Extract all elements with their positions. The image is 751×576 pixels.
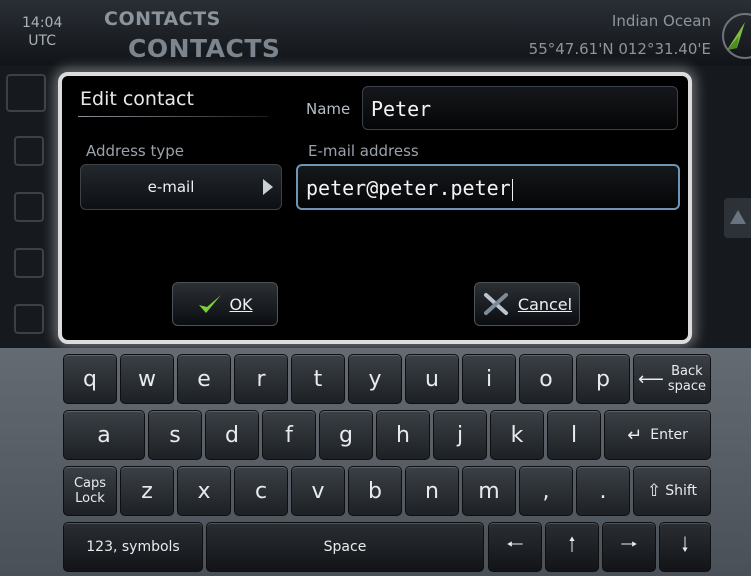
shift-arrow-icon: ⇧ — [646, 481, 662, 501]
email-label: E-mail address — [308, 142, 419, 160]
key-d[interactable]: d — [205, 410, 259, 460]
compass-icon — [722, 13, 751, 59]
address-type-label: Address type — [86, 142, 185, 160]
key-y[interactable]: y — [348, 354, 402, 404]
ok-button[interactable]: OK — [172, 282, 278, 326]
cancel-x-icon — [483, 293, 508, 315]
backspace-label: Back space — [667, 364, 706, 394]
arrow-right-key[interactable]: 🠒 — [602, 522, 656, 572]
email-input[interactable]: peter@peter.peter — [296, 164, 680, 210]
key-b[interactable]: b — [348, 466, 402, 516]
text-caret — [511, 178, 513, 201]
key-i[interactable]: i — [462, 354, 516, 404]
key-e[interactable]: e — [177, 354, 231, 404]
app-header: 14:04 UTC CONTACTS CONTACTS Indian Ocean… — [0, 0, 751, 66]
enter-key[interactable]: ↵ Enter — [604, 410, 711, 460]
clock: 14:04 UTC — [22, 14, 62, 50]
page-title: CONTACTS — [128, 34, 281, 63]
arrow-up-icon: 🠑 — [568, 532, 576, 556]
key-j[interactable]: j — [433, 410, 487, 460]
arrow-left-icon: ⟵ — [638, 368, 664, 390]
arrow-down-key[interactable]: 🠓 — [659, 522, 711, 572]
key-x[interactable]: x — [177, 466, 231, 516]
key-period[interactable]: . — [576, 466, 630, 516]
key-u[interactable]: u — [405, 354, 459, 404]
cancel-label: Cancel — [517, 294, 573, 314]
key-f[interactable]: f — [262, 410, 316, 460]
enter-label: Enter — [650, 427, 688, 443]
address-type-select[interactable]: e-mail — [80, 164, 282, 210]
list-checkbox — [14, 304, 44, 334]
name-input-value: Peter — [371, 97, 432, 121]
checkmark-icon — [199, 295, 222, 313]
position-readout: 55°47.61'N 012°31.40'E — [528, 40, 711, 58]
space-key[interactable]: Space — [206, 522, 484, 572]
key-v[interactable]: v — [291, 466, 345, 516]
key-r[interactable]: r — [234, 354, 288, 404]
clock-timezone: UTC — [28, 33, 57, 49]
address-type-value: e-mail — [147, 178, 195, 196]
symbols-key[interactable]: 123, symbols — [63, 522, 203, 572]
key-k[interactable]: k — [490, 410, 544, 460]
arrow-left-icon: 🠐 — [506, 532, 524, 556]
list-checkbox — [14, 248, 44, 278]
list-checkbox — [14, 136, 44, 166]
shift-label: Shift — [665, 483, 698, 499]
on-screen-keyboard: q w e r t y u i o p ⟵ Back space a s d f … — [0, 348, 751, 576]
return-arrow-icon: ↵ — [627, 424, 643, 446]
arrow-up-key[interactable]: 🠑 — [545, 522, 599, 572]
caps-lock-key[interactable]: Caps Lock — [63, 466, 117, 516]
key-h[interactable]: h — [376, 410, 430, 460]
key-m[interactable]: m — [462, 466, 516, 516]
caps-lock-label: Caps Lock — [73, 476, 107, 506]
key-g[interactable]: g — [319, 410, 373, 460]
list-checkbox — [14, 192, 44, 222]
key-t[interactable]: t — [291, 354, 345, 404]
region-label: Indian Ocean — [611, 12, 711, 30]
key-l[interactable]: l — [547, 410, 601, 460]
key-o[interactable]: o — [519, 354, 573, 404]
arrow-left-key[interactable]: 🠐 — [488, 522, 542, 572]
key-q[interactable]: q — [63, 354, 117, 404]
dialog-title: Edit contact — [80, 88, 194, 110]
shift-key[interactable]: ⇧ Shift — [633, 466, 711, 516]
ok-label: OK — [229, 294, 253, 314]
key-c[interactable]: c — [234, 466, 288, 516]
list-checkbox — [6, 74, 46, 112]
scroll-up-button — [724, 198, 751, 238]
key-p[interactable]: p — [576, 354, 630, 404]
key-a[interactable]: a — [63, 410, 145, 460]
backspace-key[interactable]: ⟵ Back space — [633, 354, 711, 404]
title-divider — [78, 116, 268, 117]
cancel-button[interactable]: Cancel — [474, 282, 580, 326]
clock-time: 14:04 — [22, 15, 63, 31]
key-n[interactable]: n — [405, 466, 459, 516]
key-s[interactable]: s — [148, 410, 202, 460]
name-input[interactable]: Peter — [362, 86, 678, 130]
arrow-right-icon: 🠒 — [620, 532, 638, 556]
edit-contact-dialog: Edit contact Name Peter Address type e-m… — [58, 72, 692, 344]
name-label: Name — [306, 100, 351, 118]
page-title-small: CONTACTS — [104, 8, 221, 30]
key-w[interactable]: w — [120, 354, 174, 404]
key-z[interactable]: z — [120, 466, 174, 516]
key-comma[interactable]: , — [519, 466, 573, 516]
arrow-down-icon: 🠓 — [681, 532, 689, 556]
email-input-value: peter@peter.peter — [306, 176, 511, 200]
chevron-right-icon — [263, 179, 273, 195]
